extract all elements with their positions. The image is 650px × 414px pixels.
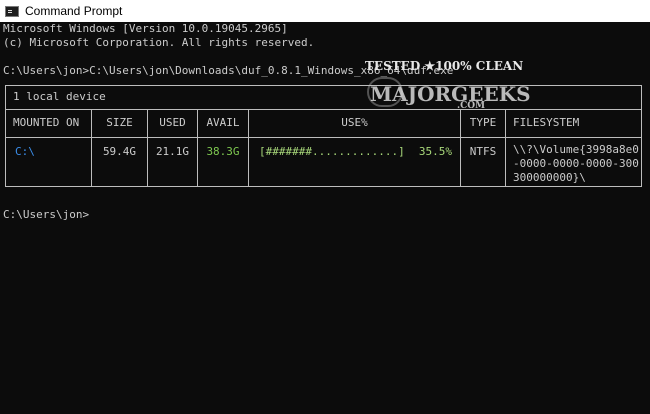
divider — [506, 137, 641, 138]
column-size: SIZE 59.4G — [92, 110, 148, 186]
title-bar: Command Prompt — [0, 0, 650, 22]
cell-filesystem-line2: -0000-0000-0000-300 — [513, 157, 639, 170]
duf-table: 1 local device MOUNTED ON C:\ SIZE 59.4G… — [5, 85, 642, 187]
window-title: Command Prompt — [25, 4, 123, 18]
divider — [92, 137, 147, 138]
cell-avail: 38.3G — [206, 145, 240, 158]
cell-filesystem-line1: \\?\Volume{3998a8e0 — [513, 143, 639, 156]
console-line-command: C:\Users\jon>C:\Users\jon\Downloads\duf_… — [3, 64, 454, 77]
divider — [6, 137, 91, 138]
console-area[interactable]: Microsoft Windows [Version 10.0.19045.29… — [0, 22, 650, 414]
column-header-avail: AVAIL — [206, 116, 240, 129]
console-line-version: Microsoft Windows [Version 10.0.19045.29… — [3, 22, 288, 35]
column-header-filesystem: FILESYSTEM — [513, 116, 580, 129]
cell-size: 59.4G — [102, 145, 137, 158]
divider — [461, 137, 505, 138]
column-type: TYPE NTFS — [461, 110, 506, 186]
column-filesystem: FILESYSTEM \\?\Volume{3998a8e0 -0000-000… — [506, 110, 641, 186]
column-used: USED 21.1G — [148, 110, 198, 186]
column-header-type: TYPE — [469, 116, 497, 129]
column-header-size: SIZE — [106, 116, 133, 129]
column-mounted-on: MOUNTED ON C:\ — [6, 110, 92, 186]
duf-table-header: 1 local device — [6, 86, 641, 110]
cell-mounted-on: C:\ — [15, 145, 35, 158]
console-prompt[interactable]: C:\Users\jon> — [3, 208, 89, 222]
column-header-mounted-on: MOUNTED ON — [13, 116, 80, 129]
column-use-pct: USE% [#######.............] 35.5% — [249, 110, 461, 186]
column-header-use-pct: USE% — [341, 116, 368, 129]
divider — [249, 137, 460, 138]
usage-bar: [#######.............] — [259, 145, 405, 158]
console-line-copyright: (c) Microsoft Corporation. All rights re… — [3, 36, 315, 49]
duf-columns: MOUNTED ON C:\ SIZE 59.4G USED 21.1G AVA… — [6, 110, 641, 186]
divider — [198, 137, 248, 138]
cell-used: 21.1G — [155, 145, 190, 158]
divider — [148, 137, 197, 138]
column-header-used: USED — [159, 116, 186, 129]
cell-filesystem-line3: 300000000}\ — [513, 171, 586, 184]
device-count: 1 local device — [13, 90, 106, 103]
cell-type: NTFS — [469, 145, 497, 158]
usage-percent: 35.5% — [418, 145, 452, 158]
column-avail: AVAIL 38.3G — [198, 110, 249, 186]
command-prompt-icon — [5, 5, 19, 17]
